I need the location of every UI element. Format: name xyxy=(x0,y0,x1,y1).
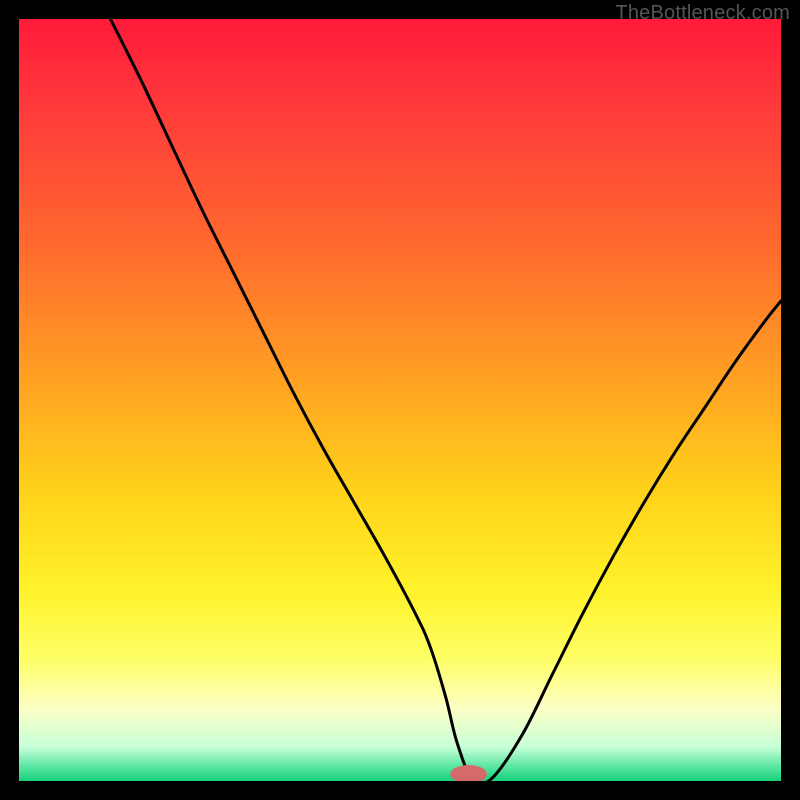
chart-frame: TheBottleneck.com xyxy=(0,0,800,800)
gradient-background xyxy=(19,19,781,781)
plot-area xyxy=(19,19,781,781)
watermark-text: TheBottleneck.com xyxy=(615,2,790,25)
plot-svg xyxy=(19,19,781,781)
